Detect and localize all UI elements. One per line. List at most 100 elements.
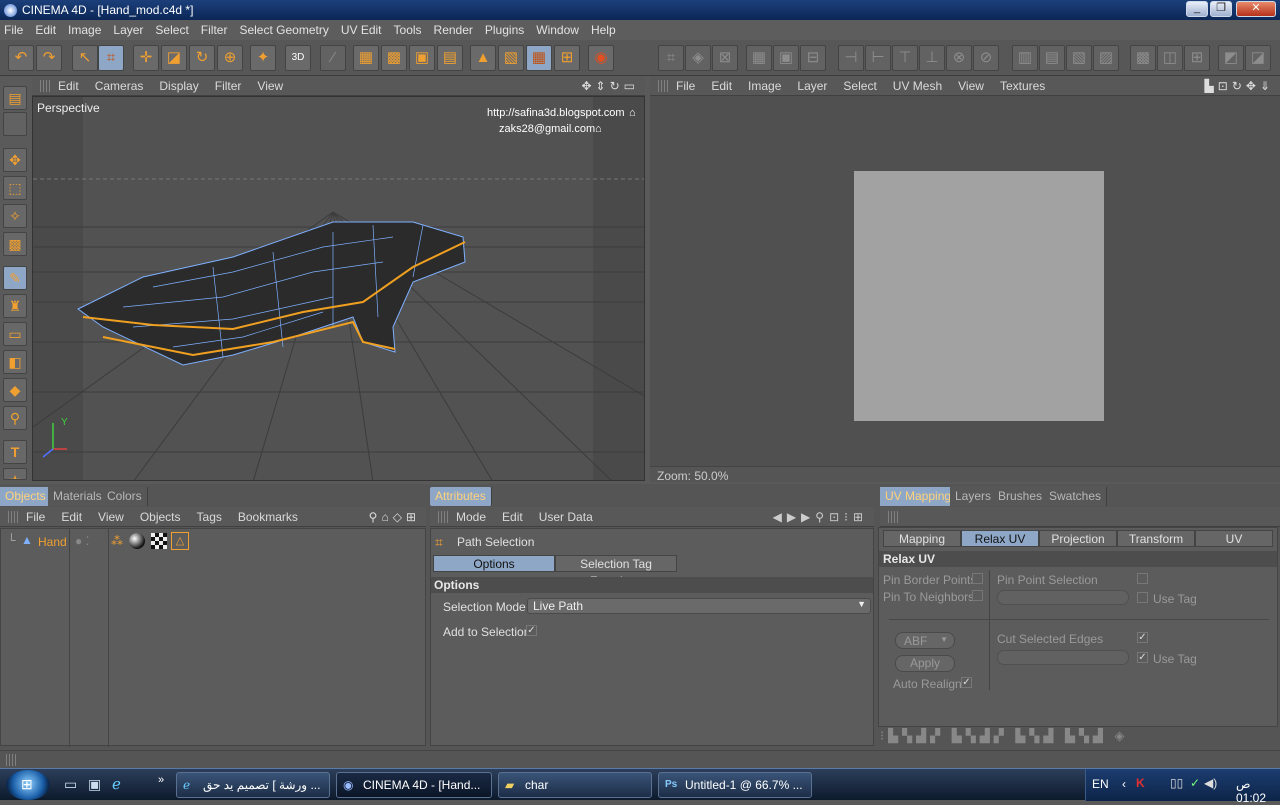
cut-selected-edges-checkbox[interactable]: ✓ bbox=[1137, 632, 1148, 643]
tab-uv-mapping[interactable]: UV Mapping bbox=[880, 487, 958, 506]
uv-menu-file[interactable]: File bbox=[676, 79, 695, 93]
minimize-button[interactable]: _ bbox=[1186, 1, 1208, 17]
pin-border-checkbox[interactable] bbox=[972, 573, 983, 584]
uv-tool-20-icon[interactable]: ◩ bbox=[1218, 45, 1244, 71]
attr-menu-user-data[interactable]: User Data bbox=[539, 510, 593, 524]
uv-tool-2-icon[interactable]: ◈ bbox=[685, 45, 711, 71]
obj-menu-objects[interactable]: Objects bbox=[140, 510, 181, 524]
uv-texture-canvas[interactable] bbox=[854, 171, 1104, 421]
perspective-viewport[interactable]: Y Perspective http://safina3d.blogspot.c… bbox=[32, 96, 645, 481]
fill-drop-icon[interactable]: ◆ bbox=[3, 378, 27, 402]
menu-render[interactable]: Render bbox=[434, 23, 473, 37]
layout-icon[interactable]: ▤ bbox=[3, 86, 27, 110]
uv-menu-layer[interactable]: Layer bbox=[797, 79, 827, 93]
text-tool-icon[interactable]: T bbox=[3, 440, 27, 464]
use-tag-2-checkbox[interactable]: ✓ bbox=[1137, 652, 1148, 663]
uv-tool-16-icon[interactable]: ▨ bbox=[1093, 45, 1119, 71]
live-selection-icon[interactable]: ↖ bbox=[72, 45, 98, 71]
internet-explorer-icon[interactable]: ℯ bbox=[112, 775, 121, 793]
uv-tool-9-icon[interactable]: ⊤ bbox=[892, 45, 918, 71]
obj-menu-file[interactable]: File bbox=[26, 510, 45, 524]
rotate-icon[interactable]: ↻ bbox=[189, 45, 215, 71]
texture-mode-icon[interactable]: ▧ bbox=[498, 45, 524, 71]
uv-command-icons[interactable]: ⁝▙▚▟▞ ▙▚▟▞ ▙▚▟ ▙▚▟ ◈ bbox=[880, 728, 1129, 744]
paint-brush-icon[interactable]: ✎ bbox=[3, 266, 27, 290]
obj-menu-edit[interactable]: Edit bbox=[61, 510, 82, 524]
obj-menu-tags[interactable]: Tags bbox=[197, 510, 222, 524]
table-row[interactable]: └ ▲ Hand ● ⁚ ⁂ △ bbox=[1, 531, 425, 551]
use-tag-1-checkbox[interactable] bbox=[1137, 592, 1148, 603]
obj-menu-view[interactable]: View bbox=[98, 510, 124, 524]
uv-tool-7-icon[interactable]: ⊣ bbox=[838, 45, 864, 71]
move-icon[interactable]: ✛ bbox=[133, 45, 159, 71]
tab-objects[interactable]: Objects bbox=[0, 487, 52, 506]
start-button[interactable]: ⊞ bbox=[6, 770, 50, 800]
menu-tools[interactable]: Tools bbox=[394, 23, 422, 37]
snap-icon[interactable]: ◉ bbox=[588, 45, 614, 71]
polygon-mode-icon[interactable]: ▦ bbox=[526, 45, 552, 71]
uv-tool-4-icon[interactable]: ▦ bbox=[746, 45, 772, 71]
quicklaunch-more-icon[interactable]: » bbox=[158, 774, 164, 786]
vp-menu-filter[interactable]: Filter bbox=[215, 79, 242, 93]
apply-button[interactable]: Apply bbox=[895, 655, 955, 672]
uv-tool-8-icon[interactable]: ⊢ bbox=[865, 45, 891, 71]
menu-edit[interactable]: Edit bbox=[35, 23, 56, 37]
uv-menu-select[interactable]: Select bbox=[843, 79, 876, 93]
menu-plugins[interactable]: Plugins bbox=[485, 23, 524, 37]
clock[interactable]: ص 01:02 bbox=[1236, 777, 1280, 805]
pin-neighbors-checkbox[interactable] bbox=[972, 590, 983, 601]
uv-menu-uv-mesh[interactable]: UV Mesh bbox=[893, 79, 942, 93]
maximize-button[interactable]: ❐ bbox=[1210, 1, 1232, 17]
uv-tool-19-icon[interactable]: ⊞ bbox=[1184, 45, 1210, 71]
uv-tool-14-icon[interactable]: ▤ bbox=[1039, 45, 1065, 71]
magic-wand-icon[interactable]: ✧ bbox=[3, 204, 27, 228]
objects-tool-icons[interactable]: ⚲⌂◇⊞ bbox=[369, 510, 420, 524]
pin-point-selection-checkbox[interactable] bbox=[1137, 573, 1148, 584]
object-name[interactable]: Hand bbox=[38, 535, 67, 549]
auto-realign-checkbox[interactable]: ✓ bbox=[961, 677, 972, 688]
tab-colors[interactable]: Colors bbox=[102, 487, 148, 506]
render-region-icon[interactable]: ▩ bbox=[381, 45, 407, 71]
menu-window[interactable]: Window bbox=[536, 23, 579, 37]
vp-menu-view[interactable]: View bbox=[257, 79, 283, 93]
close-button[interactable]: ✕ bbox=[1236, 1, 1276, 17]
selection-mode-dropdown[interactable]: Live Path ▼ bbox=[527, 598, 871, 614]
edit-render-settings-icon[interactable]: ▤ bbox=[437, 45, 463, 71]
world-coordinates-icon[interactable]: ✦ bbox=[250, 45, 276, 71]
security-shield-icon[interactable]: ✓ bbox=[1190, 776, 1200, 790]
show-desktop-icon[interactable]: ▭ bbox=[64, 776, 77, 793]
tab-materials[interactable]: Materials bbox=[48, 487, 108, 506]
selection-tag-icon[interactable]: △ bbox=[171, 532, 189, 550]
cut-edges-tag-field[interactable] bbox=[997, 650, 1129, 665]
subtab-relax-uv[interactable]: Relax UV bbox=[961, 530, 1039, 547]
render-picture-icon[interactable]: ▣ bbox=[409, 45, 435, 71]
uvw-tag-icon[interactable]: ⁂ bbox=[111, 534, 123, 548]
network-icon[interactable]: ▯▯ bbox=[1170, 776, 1183, 790]
redo-icon[interactable]: ↷ bbox=[36, 45, 62, 71]
menu-select[interactable]: Select bbox=[155, 23, 188, 37]
task-char-folder[interactable]: ▰ char bbox=[498, 772, 652, 798]
tab-attributes[interactable]: Attributes bbox=[430, 487, 492, 506]
uv-tool-11-icon[interactable]: ⊗ bbox=[946, 45, 972, 71]
subtab-options[interactable]: Options bbox=[433, 555, 555, 572]
gradient-icon[interactable]: ◧ bbox=[3, 350, 27, 374]
method-dropdown[interactable]: ABF ▼ bbox=[895, 632, 955, 649]
uv-tool-6-icon[interactable]: ⊟ bbox=[800, 45, 826, 71]
antivirus-icon[interactable]: K bbox=[1136, 776, 1145, 790]
language-indicator[interactable]: EN bbox=[1092, 777, 1109, 791]
viewport-nav-icons[interactable]: ✥⇕↻▭ bbox=[581, 79, 639, 93]
star-tool-icon[interactable]: ★ bbox=[3, 468, 27, 480]
menu-uv-edit[interactable]: UV Edit bbox=[341, 23, 382, 37]
menu-help[interactable]: Help bbox=[591, 23, 616, 37]
add-to-selection-checkbox[interactable]: ✓ bbox=[526, 625, 537, 636]
uv-tool-18-icon[interactable]: ◫ bbox=[1157, 45, 1183, 71]
render-view-icon[interactable]: ▦ bbox=[353, 45, 379, 71]
axis-tool-icon[interactable]: ✥ bbox=[3, 148, 27, 172]
visibility-dots-icon[interactable]: ● ⁚ bbox=[75, 534, 89, 548]
menu-file[interactable]: File bbox=[4, 23, 23, 37]
task-browser[interactable]: ℯ ورشة ] تصميم يد حق ... bbox=[176, 772, 330, 798]
uv-tool-12-icon[interactable]: ⊘ bbox=[973, 45, 999, 71]
eraser-icon[interactable]: ▭ bbox=[3, 322, 27, 346]
menu-layer[interactable]: Layer bbox=[113, 23, 143, 37]
subtab-projection[interactable]: Projection bbox=[1039, 530, 1117, 547]
